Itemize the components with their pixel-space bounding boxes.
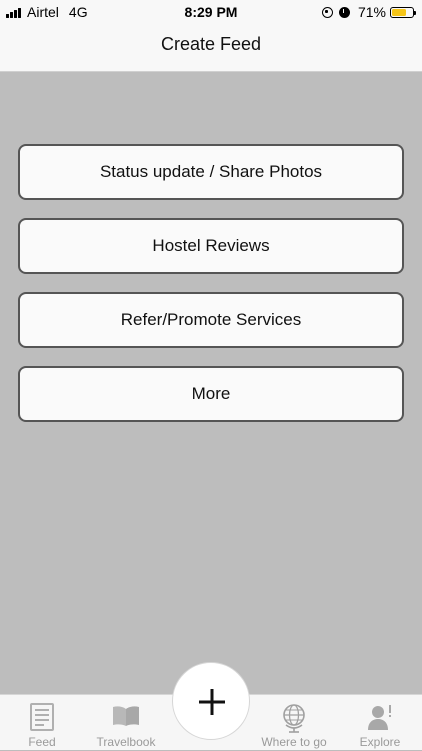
tab-where-to-go[interactable]: Where to go [252, 695, 336, 751]
status-bar: Airtel 4G 8:29 PM 71% [0, 0, 422, 24]
create-feed-options: Status update / Share Photos Hostel Revi… [18, 144, 404, 440]
tab-explore[interactable]: Explore [338, 695, 422, 751]
nav-bar: Create Feed [0, 24, 422, 72]
status-right: 71% [321, 4, 416, 20]
globe-icon [281, 703, 307, 738]
alarm-icon [338, 6, 350, 18]
tab-where-to-go-label: Where to go [261, 735, 327, 749]
tab-feed[interactable]: Feed [0, 695, 84, 751]
tab-feed-label: Feed [28, 735, 56, 749]
plus-icon [199, 689, 225, 715]
tab-travelbook[interactable]: Travelbook [84, 695, 168, 751]
hostel-reviews-button[interactable]: Hostel Reviews [18, 218, 404, 274]
page-title: Create Feed [160, 34, 262, 54]
more-button[interactable]: More [18, 366, 404, 422]
tab-explore-label: Explore [359, 735, 401, 749]
battery-percent: 71% [357, 4, 386, 20]
tab-travelbook-label: Travelbook [96, 735, 156, 749]
orientation-lock-icon [321, 6, 333, 18]
book-icon [112, 705, 140, 732]
feed-icon [30, 703, 54, 736]
profile-icon [367, 703, 393, 736]
create-post-button[interactable] [172, 662, 250, 740]
refer-promote-services-button[interactable]: Refer/Promote Services [18, 292, 404, 348]
battery-fill [392, 8, 407, 16]
status-update-button[interactable]: Status update / Share Photos [18, 144, 404, 200]
battery-icon [390, 6, 416, 18]
